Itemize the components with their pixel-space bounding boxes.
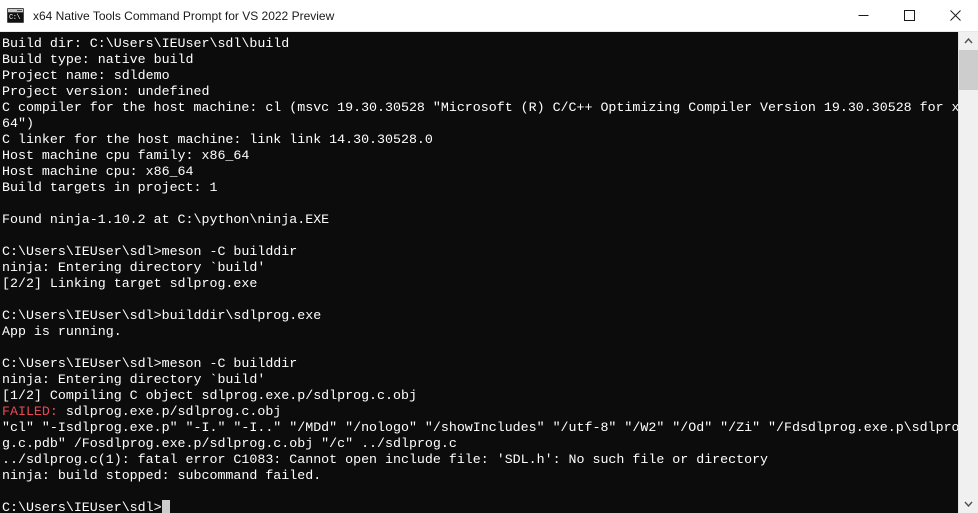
vertical-scrollbar[interactable]: [958, 32, 978, 513]
close-icon: [949, 10, 961, 21]
terminal-line: FAILED: sdlprog.exe.p/sdlprog.c.obj: [2, 404, 282, 419]
scroll-down-button[interactable]: [959, 495, 978, 513]
terminal-output[interactable]: Build dir: C:\Users\IEUser\sdl\build Buil…: [0, 32, 958, 513]
window-title: x64 Native Tools Command Prompt for VS 2…: [33, 8, 335, 23]
scroll-up-button[interactable]: [959, 32, 978, 50]
close-button[interactable]: [932, 0, 978, 31]
terminal-line: Build dir: C:\Users\IEUser\sdl\build: [2, 36, 290, 51]
maximize-button[interactable]: [886, 0, 932, 31]
terminal-line: Project name: sdldemo: [2, 68, 170, 83]
terminal-line: C linker for the host machine: link link…: [2, 132, 433, 147]
terminal-line: C compiler for the host machine: cl (msv…: [2, 100, 958, 115]
terminal-line: [1/2] Compiling C object sdlprog.exe.p/s…: [2, 388, 417, 403]
minimize-icon: [858, 15, 868, 16]
terminal-cursor: [161, 500, 170, 513]
terminal-line: Project version: undefined: [2, 84, 210, 99]
chevron-down-icon: [964, 501, 973, 507]
terminal-line: [2/2] Linking target sdlprog.exe: [2, 276, 258, 291]
terminal-line: Host machine cpu family: x86_64: [2, 148, 250, 163]
window-controls: [840, 0, 978, 31]
terminal-line: Build type: native build: [2, 52, 194, 67]
terminal-line: App is running.: [2, 324, 122, 339]
terminal-line: C:\Users\IEUser\sdl>meson -C builddir: [2, 356, 298, 371]
terminal-line: g.c.pdb" /Fosdlprog.exe.p/sdlprog.c.obj …: [2, 436, 457, 451]
terminal-prompt-line[interactable]: C:\Users\IEUser\sdl>: [2, 500, 958, 513]
chevron-up-icon: [964, 38, 973, 44]
terminal-line: ../sdlprog.c(1): fatal error C1083: Cann…: [2, 452, 769, 467]
terminal-line: "cl" "-Isdlprog.exe.p" "-I." "-I.." "/MD…: [2, 420, 958, 435]
terminal-line: Found ninja-1.10.2 at C:\python\ninja.EX…: [2, 212, 330, 227]
console-window: C:\ x64 Native Tools Command Prompt for …: [0, 0, 978, 513]
terminal-line: ninja: build stopped: subcommand failed.: [2, 468, 322, 483]
titlebar-left: C:\ x64 Native Tools Command Prompt for …: [0, 8, 840, 23]
terminal-error-label: FAILED:: [2, 404, 58, 419]
maximize-icon: [903, 10, 915, 21]
terminal-line: 64"): [2, 116, 34, 131]
terminal-line: Build targets in project: 1: [2, 180, 218, 195]
console-body: Build dir: C:\Users\IEUser\sdl\build Buil…: [0, 32, 978, 513]
console-icon: C:\: [7, 8, 24, 23]
scrollbar-track[interactable]: [959, 50, 978, 495]
terminal-line: Host machine cpu: x86_64: [2, 164, 194, 179]
terminal-line: ninja: Entering directory `build': [2, 372, 266, 387]
terminal-line: C:\Users\IEUser\sdl>meson -C builddir: [2, 244, 298, 259]
terminal-line: C:\Users\IEUser\sdl>builddir\sdlprog.exe: [2, 308, 322, 323]
console-icon-glyph: C:\: [8, 13, 23, 22]
scrollbar-thumb[interactable]: [959, 50, 978, 90]
minimize-button[interactable]: [840, 0, 886, 31]
terminal-line: ninja: Entering directory `build': [2, 260, 266, 275]
window-titlebar[interactable]: C:\ x64 Native Tools Command Prompt for …: [0, 0, 978, 32]
